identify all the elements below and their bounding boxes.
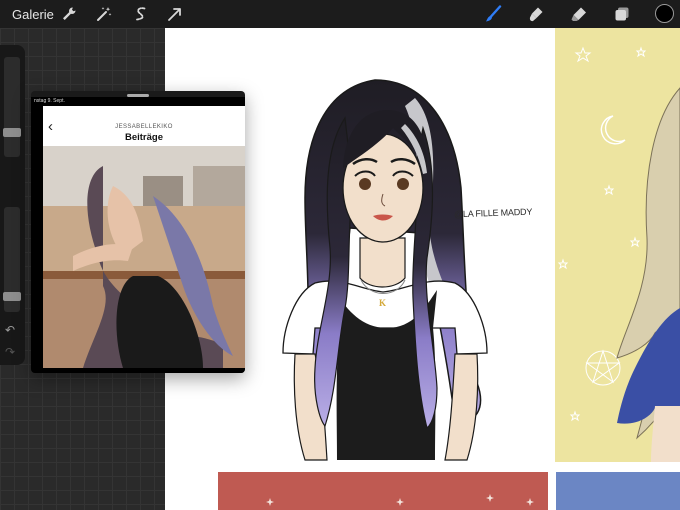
- reference-page: ‹ JESSABELLEKIKO Beiträge: [43, 106, 245, 368]
- gallery-button[interactable]: Galerie: [12, 7, 54, 22]
- color-picker-button[interactable]: [655, 4, 674, 23]
- reference-screenshot: nstag 9. Sept. ‹ JESSABELLEKIKO Beiträge: [31, 97, 245, 373]
- sidebar: ↶ ↷: [0, 45, 25, 365]
- page-title: Beiträge: [124, 132, 163, 143]
- status-bar-date: nstag 9. Sept.: [34, 98, 65, 104]
- smudge-icon[interactable]: [527, 5, 545, 23]
- reference-photo: [43, 146, 245, 368]
- brush-icon[interactable]: [484, 5, 502, 23]
- undo-icon[interactable]: ↶: [5, 323, 15, 337]
- eraser-icon[interactable]: [570, 5, 588, 23]
- magic-wand-icon[interactable]: [95, 5, 113, 23]
- svg-text:K: K: [379, 298, 386, 308]
- top-toolbar: Galerie: [0, 0, 680, 28]
- profile-username: JESSABELLEKIKO: [115, 124, 173, 130]
- opacity-slider-thumb[interactable]: [3, 292, 21, 302]
- layers-icon[interactable]: [613, 5, 631, 23]
- wrench-icon[interactable]: [60, 5, 78, 23]
- selection-icon[interactable]: [132, 5, 150, 23]
- transform-arrow-icon[interactable]: [166, 5, 184, 23]
- redo-icon[interactable]: ↷: [5, 345, 15, 359]
- brush-size-slider-thumb[interactable]: [3, 128, 21, 137]
- brush-size-slider[interactable]: [4, 57, 20, 157]
- reference-window[interactable]: nstag 9. Sept. ‹ JESSABELLEKIKO Beiträge: [31, 91, 245, 373]
